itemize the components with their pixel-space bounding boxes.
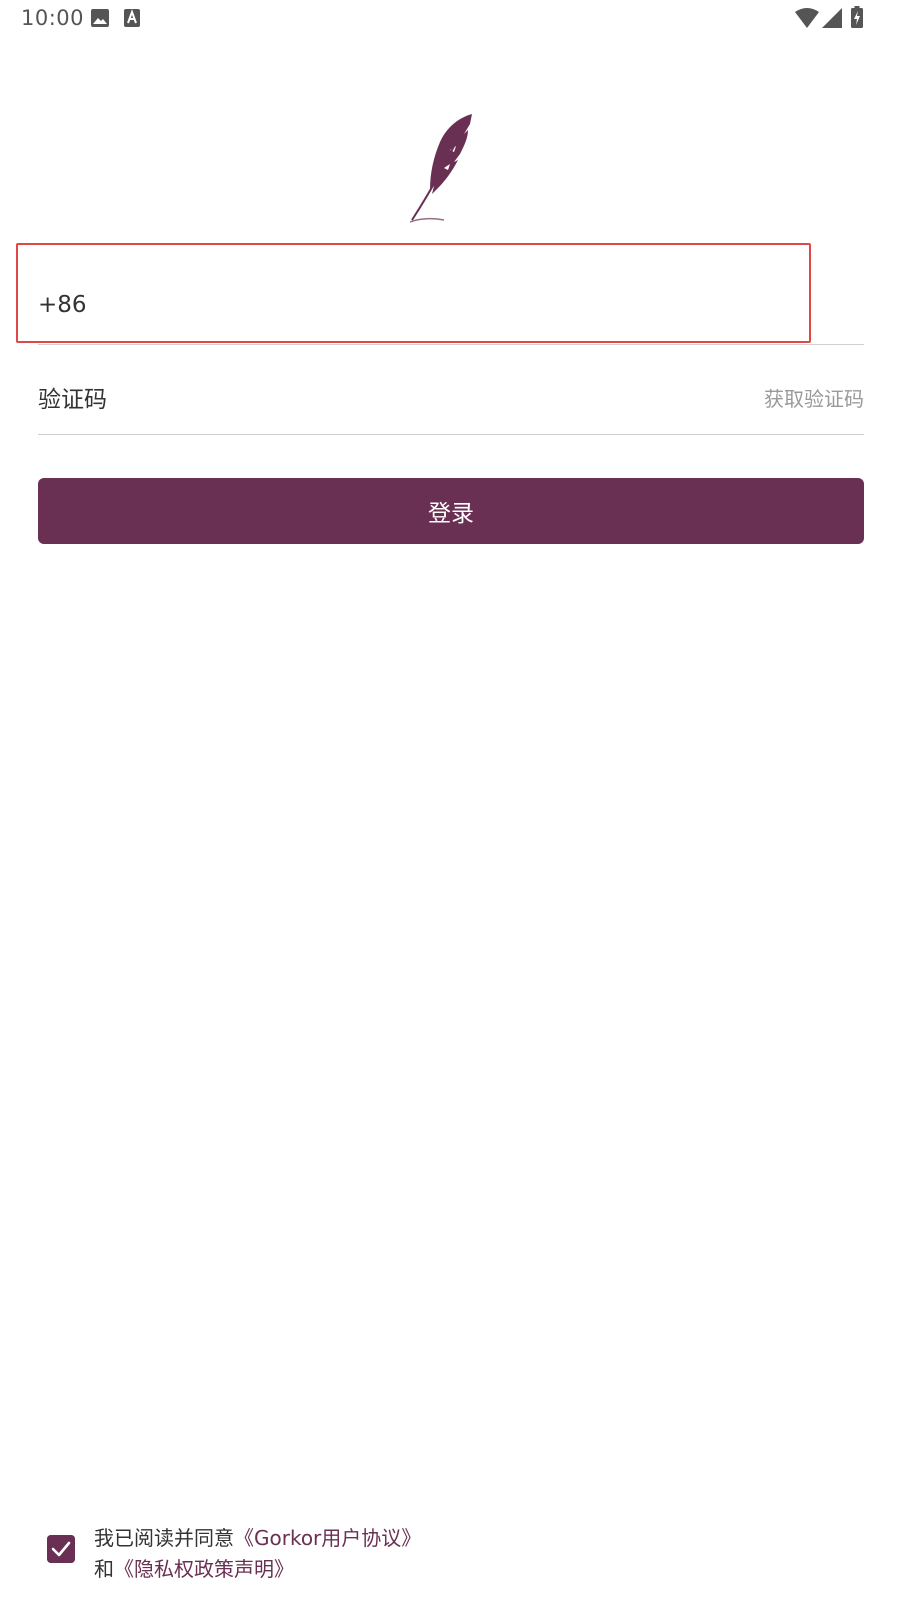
signal-icon — [822, 8, 842, 28]
image-icon — [91, 9, 109, 27]
country-code-prefix[interactable]: +86 — [38, 292, 87, 318]
a-notification-icon — [124, 9, 140, 27]
agreement-checkbox[interactable] — [47, 1535, 75, 1563]
privacy-policy-link[interactable]: 《隐私权政策声明》 — [114, 1557, 294, 1581]
user-agreement-link[interactable]: 《Gorkor用户协议》 — [234, 1526, 421, 1550]
agreement-text: 我已阅读并同意《Gorkor用户协议》 和《隐私权政策声明》 — [94, 1523, 421, 1585]
login-button[interactable]: 登录 — [38, 478, 864, 544]
agreement-prefix: 我已阅读并同意 — [94, 1526, 234, 1550]
verification-code-label: 验证码 — [38, 387, 107, 413]
battery-charging-icon — [851, 6, 863, 28]
status-bar: 10:00 — [0, 0, 900, 38]
status-time: 10:00 — [21, 6, 85, 30]
verification-code-field[interactable]: 验证码 获取验证码 — [38, 356, 864, 435]
phone-field[interactable]: +86 — [38, 262, 864, 345]
phone-input[interactable] — [98, 286, 842, 328]
agreement-and: 和 — [94, 1557, 114, 1581]
wifi-icon — [795, 8, 819, 28]
agreement-line-1: 我已阅读并同意《Gorkor用户协议》 — [94, 1523, 421, 1554]
get-code-button[interactable]: 获取验证码 — [764, 383, 864, 412]
feather-logo-icon — [410, 114, 472, 223]
agreement-line-2: 和《隐私权政策声明》 — [94, 1554, 421, 1585]
